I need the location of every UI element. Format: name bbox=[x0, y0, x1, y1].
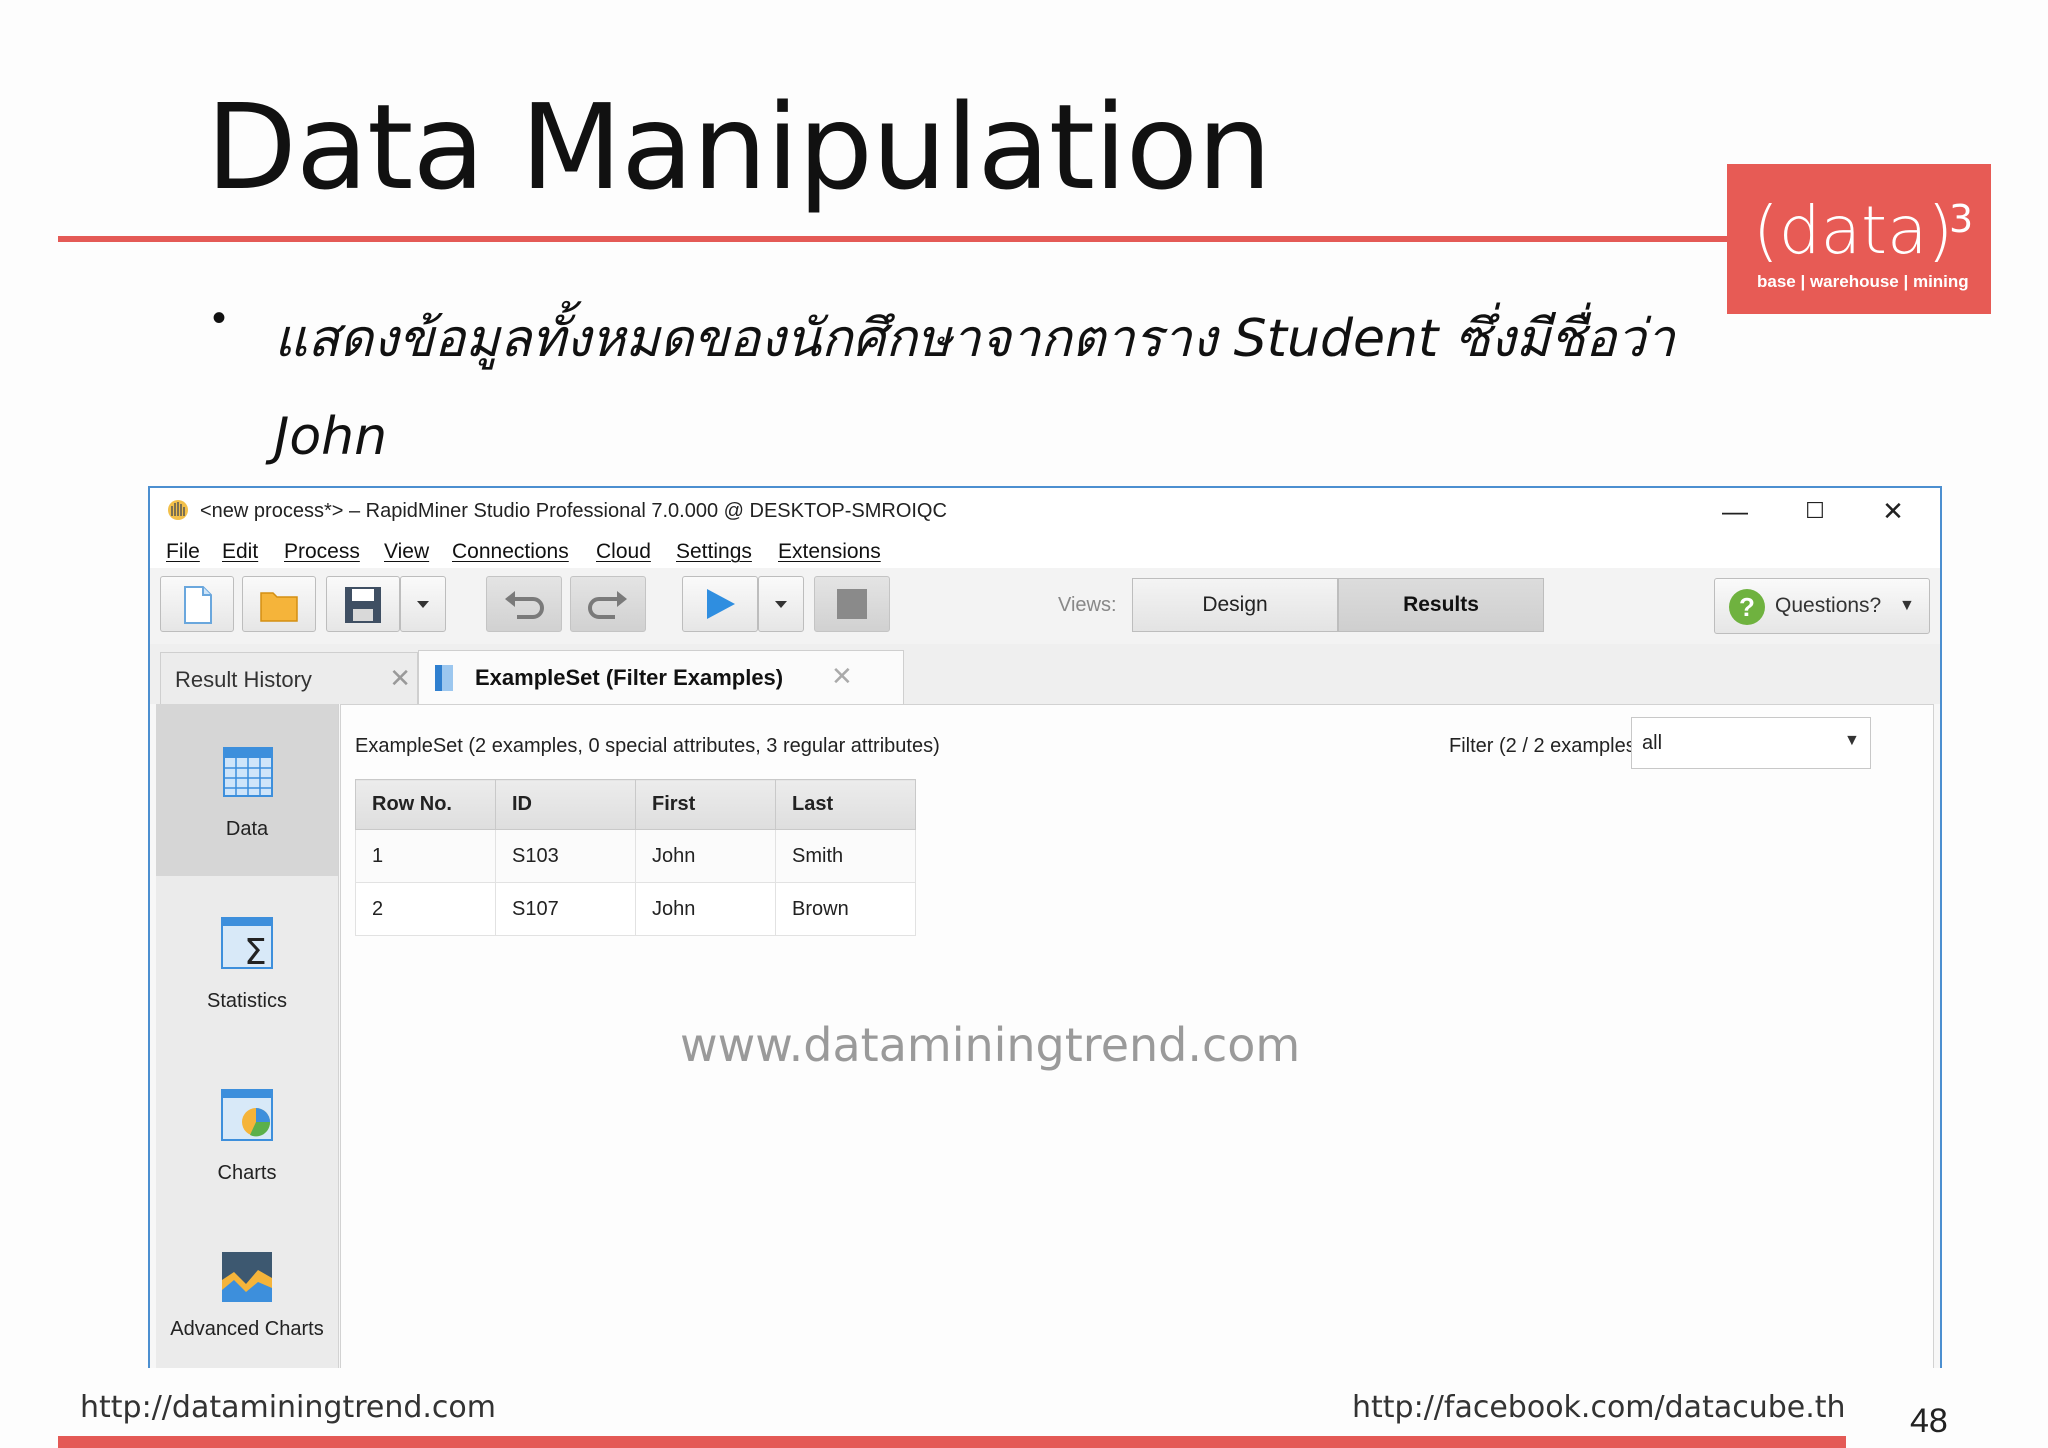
chevron-down-icon bbox=[417, 601, 429, 608]
filter-label: Filter (2 / 2 examples): bbox=[1449, 735, 1648, 757]
rapidminer-window: <new process*> – RapidMiner Studio Profe… bbox=[148, 486, 1942, 1368]
menu-extensions[interactable]: Extensions bbox=[778, 540, 881, 564]
tab-label: Result History bbox=[175, 667, 312, 692]
stop-icon bbox=[837, 589, 867, 619]
questions-label: Questions? bbox=[1775, 594, 1882, 617]
tab-label: ExampleSet (Filter Examples) bbox=[475, 665, 784, 690]
svg-text:Σ: Σ bbox=[244, 932, 267, 970]
filter-value: all bbox=[1642, 732, 1663, 754]
menu-edit[interactable]: Edit bbox=[222, 540, 258, 564]
window-titlebar: <new process*> – RapidMiner Studio Profe… bbox=[150, 488, 1940, 534]
footer-divider bbox=[58, 1436, 1846, 1448]
table-cell: Smith bbox=[775, 829, 916, 883]
design-view-button[interactable]: Design bbox=[1132, 578, 1338, 632]
table-cell: 2 bbox=[355, 882, 496, 936]
watermark: www.dataminingtrend.com bbox=[680, 1018, 1301, 1072]
table-row[interactable]: 2 S107 John Brown bbox=[355, 882, 916, 936]
table-cell: S103 bbox=[495, 829, 636, 883]
column-header-id[interactable]: ID bbox=[495, 779, 636, 830]
save-button[interactable] bbox=[326, 576, 400, 632]
menu-view[interactable]: View bbox=[384, 540, 429, 564]
close-icon[interactable]: ✕ bbox=[831, 661, 853, 692]
table-cell: John bbox=[635, 829, 776, 883]
menu-connections[interactable]: Connections bbox=[452, 540, 569, 564]
menu-settings[interactable]: Settings bbox=[676, 540, 752, 564]
charts-icon bbox=[221, 1089, 273, 1141]
save-icon bbox=[345, 587, 381, 623]
views-label: Views: bbox=[1058, 594, 1117, 616]
view-side-panel: Data Σ Statistics Charts Advanced Charts bbox=[156, 704, 339, 1368]
open-folder-icon bbox=[260, 592, 298, 622]
result-tabs: Result History ✕ ExampleSet (Filter Exam… bbox=[150, 644, 1940, 706]
table-header-row: Row No. ID First Last bbox=[355, 779, 916, 830]
statistics-icon: Σ bbox=[221, 917, 273, 970]
side-item-label: Advanced Charts bbox=[170, 1318, 324, 1340]
close-icon[interactable]: ✕ bbox=[389, 663, 411, 694]
tab-result-history[interactable]: Result History ✕ bbox=[160, 652, 418, 704]
bullet-text: แสดงข้อมูลทั้งหมดของนักศึกษาจากตาราง Stu… bbox=[274, 309, 1675, 467]
open-process-button[interactable] bbox=[242, 576, 316, 632]
questions-button[interactable]: ? Questions? ▼ bbox=[1714, 578, 1930, 634]
window-title: <new process*> – RapidMiner Studio Profe… bbox=[200, 500, 947, 522]
new-process-button[interactable] bbox=[160, 576, 234, 632]
undo-icon bbox=[505, 591, 544, 619]
table-cell: John bbox=[635, 882, 776, 936]
menu-process[interactable]: Process bbox=[284, 540, 360, 564]
side-item-statistics[interactable]: Σ Statistics bbox=[156, 876, 338, 1048]
footer-website-link[interactable]: http://dataminingtrend.com bbox=[80, 1390, 496, 1425]
chevron-down-icon bbox=[775, 601, 787, 608]
logo-text: (data) bbox=[1753, 192, 1954, 269]
help-icon: ? bbox=[1729, 589, 1765, 625]
minimize-button[interactable]: — bbox=[1700, 492, 1770, 530]
rapidminer-app-icon bbox=[168, 500, 188, 520]
bullet-dot: • bbox=[212, 296, 227, 340]
table-row[interactable]: 1 S103 John Smith bbox=[355, 829, 916, 883]
menu-cloud[interactable]: Cloud bbox=[596, 540, 651, 564]
results-view-button[interactable]: Results bbox=[1338, 578, 1544, 632]
chevron-down-icon: ▼ bbox=[1899, 597, 1915, 614]
column-header-first[interactable]: First bbox=[635, 779, 776, 830]
undo-button[interactable] bbox=[486, 576, 562, 632]
stop-button[interactable] bbox=[814, 576, 890, 632]
side-item-label: Statistics bbox=[206, 990, 288, 1012]
side-item-label: Data bbox=[225, 818, 269, 840]
filter-dropdown[interactable]: all ▼ bbox=[1631, 717, 1871, 769]
slide-title: Data Manipulation bbox=[206, 78, 1272, 216]
side-item-label: Charts bbox=[217, 1162, 277, 1184]
table-cell: 1 bbox=[355, 829, 496, 883]
tab-exampleset[interactable]: ExampleSet (Filter Examples) ✕ bbox=[418, 650, 904, 706]
run-button[interactable] bbox=[682, 576, 758, 632]
footer-facebook-link[interactable]: http://facebook.com/datacube.th bbox=[1352, 1390, 1846, 1425]
save-dropdown-button[interactable] bbox=[400, 576, 446, 632]
table-icon bbox=[223, 747, 273, 797]
toolbar: Views: Design Results ? Questions? ▼ bbox=[150, 568, 1940, 645]
title-divider bbox=[58, 236, 1730, 242]
page-number: 48 bbox=[1910, 1402, 1948, 1440]
run-icon bbox=[707, 589, 735, 619]
column-header-row-no[interactable]: Row No. bbox=[355, 779, 496, 830]
column-header-last[interactable]: Last bbox=[775, 779, 916, 830]
chevron-down-icon: ▼ bbox=[1844, 732, 1860, 749]
maximize-button[interactable]: ☐ bbox=[1780, 492, 1850, 530]
exampleset-icon bbox=[435, 665, 453, 691]
advanced-charts-icon bbox=[222, 1252, 272, 1302]
side-item-charts[interactable]: Charts bbox=[156, 1048, 338, 1220]
logo-superscript: 3 bbox=[1949, 197, 1974, 241]
new-process-icon bbox=[184, 586, 212, 624]
side-item-data[interactable]: Data bbox=[156, 704, 338, 876]
close-button[interactable]: ✕ bbox=[1858, 492, 1928, 530]
redo-button[interactable] bbox=[570, 576, 646, 632]
menu-file[interactable]: File bbox=[166, 540, 200, 564]
table-cell: S107 bbox=[495, 882, 636, 936]
data-table: Row No. ID First Last 1 S103 John Smith … bbox=[355, 779, 916, 936]
redo-icon bbox=[588, 591, 627, 619]
table-cell: Brown bbox=[775, 882, 916, 936]
menu-bar: File Edit Process View Connections Cloud… bbox=[150, 534, 1940, 569]
exampleset-summary: ExampleSet (2 examples, 0 special attrib… bbox=[355, 735, 940, 757]
side-item-advanced-charts[interactable]: Advanced Charts bbox=[156, 1220, 338, 1368]
logo-tagline: base | warehouse | mining bbox=[1757, 272, 1969, 291]
run-dropdown-button[interactable] bbox=[758, 576, 804, 632]
